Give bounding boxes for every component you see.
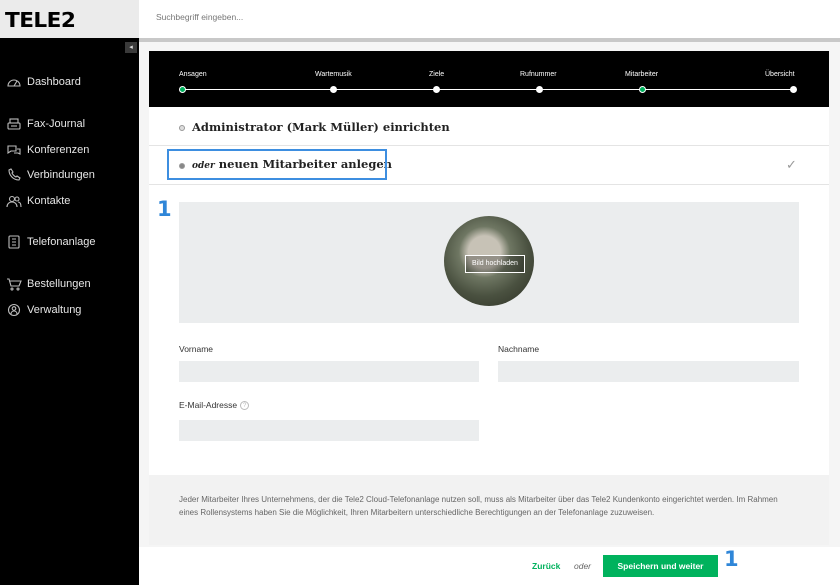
sidebar-item-label: Bestellungen xyxy=(27,278,91,290)
radio-admin[interactable] xyxy=(179,125,185,131)
sidebar-item-fax-journal[interactable]: Fax-Journal xyxy=(6,114,85,134)
step-mitarbeiter-dot[interactable] xyxy=(639,86,646,93)
step-wartemusik-dot[interactable] xyxy=(330,86,337,93)
top-bar xyxy=(139,0,840,38)
step-uebersicht-label[interactable]: Übersicht xyxy=(765,71,795,78)
sidebar-item-label: Dashboard xyxy=(27,76,81,88)
or-text: oder xyxy=(574,561,592,571)
highlight-box xyxy=(167,149,387,180)
step-rufnummer-label[interactable]: Rufnummer xyxy=(520,71,557,78)
logo-area: TELE2 xyxy=(0,0,139,38)
sidebar-item-konferenzen[interactable]: Konferenzen xyxy=(6,140,89,160)
info-text: Jeder Mitarbeiter Ihres Unternehmens, de… xyxy=(179,495,778,517)
sidebar-item-dashboard[interactable]: Dashboard xyxy=(6,72,81,92)
cart-icon xyxy=(7,278,22,291)
photo-upload-area: Bild hochladen xyxy=(179,202,799,323)
fax-icon xyxy=(7,118,21,130)
step-mitarbeiter-label[interactable]: Mitarbeiter xyxy=(625,71,658,78)
check-icon: ✓ xyxy=(786,157,797,172)
back-link[interactable]: Zurück xyxy=(532,561,560,571)
annotation-marker-left: 1 xyxy=(157,197,172,221)
sidebar-item-label: Verwaltung xyxy=(27,304,82,316)
upload-photo-button[interactable]: Bild hochladen xyxy=(465,255,525,273)
last-name-label: Nachname xyxy=(498,344,540,354)
search-input[interactable] xyxy=(156,12,556,22)
sidebar-item-label: Kontakte xyxy=(27,195,71,207)
sidebar-item-kontakte[interactable]: Kontakte xyxy=(6,191,70,211)
email-label-text: E-Mail-Adresse xyxy=(179,400,238,410)
sidebar-item-label: Telefonanlage xyxy=(27,236,96,248)
sidebar-item-label: Fax-Journal xyxy=(27,118,86,130)
wizard-stepper: Ansagen Wartemusik Ziele Rufnummer Mitar… xyxy=(149,51,829,107)
info-box: Jeder Mitarbeiter Ihres Unternehmens, de… xyxy=(149,475,829,545)
sidebar-item-bestellungen[interactable]: Bestellungen xyxy=(6,274,91,294)
collapse-sidebar-button[interactable]: ◂ xyxy=(125,42,137,53)
step-uebersicht-dot[interactable] xyxy=(790,86,797,93)
step-ziele-dot[interactable] xyxy=(433,86,440,93)
email-label: E-Mail-Adresse? xyxy=(179,400,250,411)
option-admin-label[interactable]: Administrator (Mark Müller) einrichten xyxy=(192,120,450,134)
sidebar-item-verwaltung[interactable]: Verwaltung xyxy=(6,300,81,320)
annotation-marker-right: 1 xyxy=(724,547,739,571)
pbx-icon xyxy=(8,235,20,249)
contacts-icon xyxy=(6,195,22,208)
top-bar-divider xyxy=(139,38,840,42)
first-name-label: Vorname xyxy=(179,344,214,354)
sidebar: TELE2 ◂ Dashboard Fax-Journal Konferenze… xyxy=(0,0,139,585)
help-icon[interactable]: ? xyxy=(240,401,250,411)
step-ansagen-dot[interactable] xyxy=(179,86,186,93)
save-and-continue-button[interactable]: Speichern und weiter xyxy=(603,555,718,577)
option-admin[interactable]: Administrator (Mark Müller) einrichten xyxy=(149,107,829,146)
step-rufnummer-dot[interactable] xyxy=(536,86,543,93)
step-wartemusik-label[interactable]: Wartemusik xyxy=(315,71,352,78)
sidebar-item-label: Konferenzen xyxy=(27,144,90,156)
admin-icon xyxy=(7,303,21,317)
step-ziele-label[interactable]: Ziele xyxy=(429,71,444,78)
phone-icon xyxy=(8,168,21,181)
stepper-line xyxy=(182,89,795,90)
setup-panel: Ansagen Wartemusik Ziele Rufnummer Mitar… xyxy=(149,51,829,545)
gauge-icon xyxy=(7,79,21,87)
step-ansagen-label[interactable]: Ansagen xyxy=(179,71,207,78)
last-name-field[interactable] xyxy=(498,361,799,382)
sidebar-item-verbindungen[interactable]: Verbindungen xyxy=(6,165,95,185)
sidebar-item-telefonanlage[interactable]: Telefonanlage xyxy=(6,232,96,252)
conference-icon xyxy=(7,145,21,155)
sidebar-item-label: Verbindungen xyxy=(27,169,95,181)
first-name-field[interactable] xyxy=(179,361,479,382)
email-field[interactable] xyxy=(179,420,479,441)
tele2-logo[interactable]: TELE2 xyxy=(5,8,76,32)
